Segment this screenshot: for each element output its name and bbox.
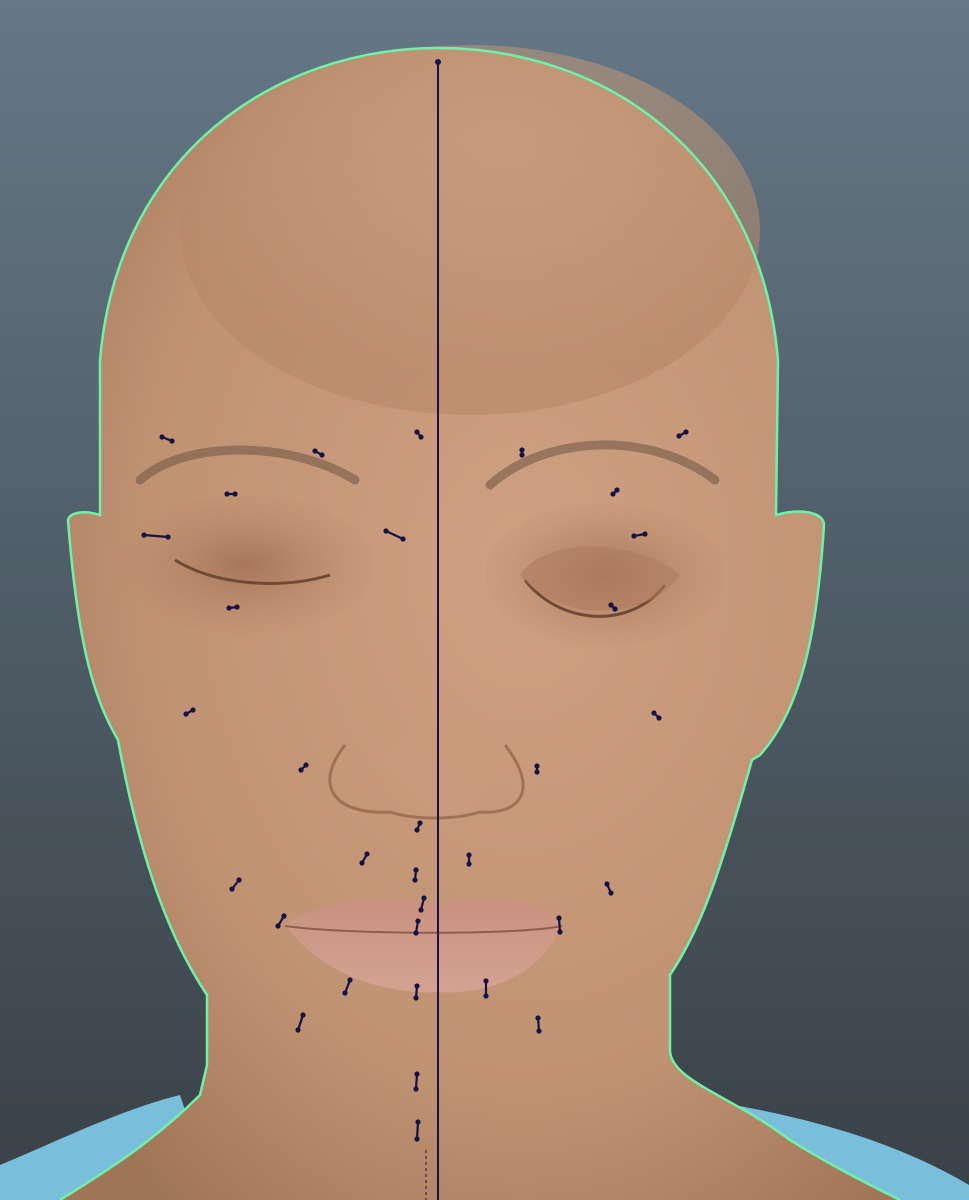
- scene-canvas[interactable]: [0, 0, 969, 1200]
- control-eye-outer-corner-left-handle-1[interactable]: [141, 532, 147, 538]
- control-lower-lid-right-handle-2[interactable]: [612, 606, 618, 612]
- control-upper-lid-left-handle-1[interactable]: [224, 491, 230, 497]
- control-lower-lip-left-handle-2[interactable]: [347, 977, 353, 983]
- control-brow-inner-right-handle-2[interactable]: [519, 452, 525, 458]
- control-upper-lip-handle-1[interactable]: [412, 877, 418, 883]
- left-eye-socket: [115, 495, 375, 635]
- control-cheek-right-handle-1[interactable]: [651, 710, 657, 716]
- control-chin-side-right-handle-2[interactable]: [536, 1028, 542, 1034]
- control-upper-lid-right-handle-2[interactable]: [614, 487, 620, 493]
- control-nasolabial-right-handle-2[interactable]: [534, 769, 540, 775]
- control-upper-lip-center-handle-2[interactable]: [421, 895, 427, 901]
- control-lip-seam-handle-2[interactable]: [415, 918, 421, 924]
- control-lip-corner-right-handle-1[interactable]: [556, 915, 562, 921]
- control-lower-lid-left-handle-2[interactable]: [234, 604, 240, 610]
- control-chin-lower-handle-2[interactable]: [415, 1119, 421, 1125]
- control-upper-lid-right-handle-1[interactable]: [610, 491, 616, 497]
- control-philtrum-handle-2[interactable]: [417, 820, 423, 826]
- control-lip-corner-left-handle-1[interactable]: [275, 923, 281, 929]
- control-lower-lip-right-handle-2[interactable]: [483, 993, 489, 999]
- 3d-viewport[interactable]: [0, 0, 969, 1200]
- control-nose-wing-left-handle-1[interactable]: [359, 860, 365, 866]
- control-eye-inner-corner-left-handle-2[interactable]: [400, 536, 406, 542]
- control-lip-corner-right-handle-2[interactable]: [557, 929, 563, 935]
- control-cheek-left-handle-2[interactable]: [190, 707, 196, 713]
- control-brow-outer-right-handle-1[interactable]: [676, 433, 682, 439]
- control-eye-outer-corner-left-handle-2[interactable]: [165, 534, 171, 540]
- control-brow-outer-left-handle-1[interactable]: [159, 434, 165, 440]
- control-nose-wing-left-handle-2[interactable]: [364, 851, 370, 857]
- control-brow-inner-left-handle-1[interactable]: [312, 448, 318, 454]
- control-lower-lip-left-handle-1[interactable]: [342, 990, 348, 996]
- control-forehead-center-handle-1[interactable]: [414, 429, 420, 435]
- control-mouth-outer-right-handle-1[interactable]: [604, 881, 610, 887]
- control-upper-lid-left-handle-2[interactable]: [232, 491, 238, 497]
- control-nasolabial-left-handle-2[interactable]: [303, 762, 309, 768]
- control-eye-inner-corner-left-handle-1[interactable]: [383, 528, 389, 534]
- control-lower-lip-right-handle-1[interactable]: [483, 978, 489, 984]
- control-eye-outer-corner-right-handle-2[interactable]: [642, 531, 648, 537]
- control-upper-lip-center-handle-1[interactable]: [418, 907, 424, 913]
- control-lip-corner-left-handle-2[interactable]: [281, 913, 287, 919]
- control-brow-inner-right-handle-1[interactable]: [519, 447, 525, 453]
- control-chin-side-left-handle-1[interactable]: [295, 1027, 301, 1033]
- control-nose-wing-right-handle-2[interactable]: [466, 861, 472, 867]
- skull-highlight: [180, 45, 760, 415]
- control-mouth-outer-left-handle-1[interactable]: [229, 886, 235, 892]
- control-lower-lip-handle-1[interactable]: [413, 995, 419, 1001]
- control-upper-lip-handle-2[interactable]: [413, 867, 419, 873]
- control-mouth-outer-left-handle-2[interactable]: [236, 877, 242, 883]
- control-lower-lip-handle-2[interactable]: [414, 983, 420, 989]
- control-nasolabial-right-handle-1[interactable]: [534, 763, 540, 769]
- control-cheek-right-handle-2[interactable]: [656, 715, 662, 721]
- control-chin-handle-1[interactable]: [413, 1086, 419, 1092]
- control-chin-side-right-handle-1[interactable]: [535, 1015, 541, 1021]
- control-nose-wing-right-handle-1[interactable]: [466, 852, 472, 858]
- control-cheek-left-handle-1[interactable]: [183, 711, 189, 717]
- control-mouth-outer-right-handle-2[interactable]: [608, 890, 614, 896]
- control-chin-handle-2[interactable]: [414, 1071, 420, 1077]
- control-lower-lid-left-handle-1[interactable]: [226, 605, 232, 611]
- control-lower-lid-right-handle-1[interactable]: [608, 602, 614, 608]
- control-philtrum-handle-1[interactable]: [414, 827, 420, 833]
- control-chin-lower-handle-1[interactable]: [414, 1136, 420, 1142]
- control-brow-outer-left-handle-2[interactable]: [169, 438, 175, 444]
- control-lip-seam-handle-1[interactable]: [413, 930, 419, 936]
- control-brow-outer-right-handle-2[interactable]: [683, 429, 689, 435]
- control-forehead-center-handle-2[interactable]: [418, 434, 424, 440]
- control-chin-side-left-handle-2[interactable]: [300, 1012, 306, 1018]
- control-nasolabial-left-handle-1[interactable]: [298, 767, 304, 773]
- control-brow-inner-left-handle-2[interactable]: [319, 452, 325, 458]
- control-eye-outer-corner-right-handle-1[interactable]: [631, 533, 637, 539]
- center-guide-top-handle[interactable]: [435, 59, 441, 65]
